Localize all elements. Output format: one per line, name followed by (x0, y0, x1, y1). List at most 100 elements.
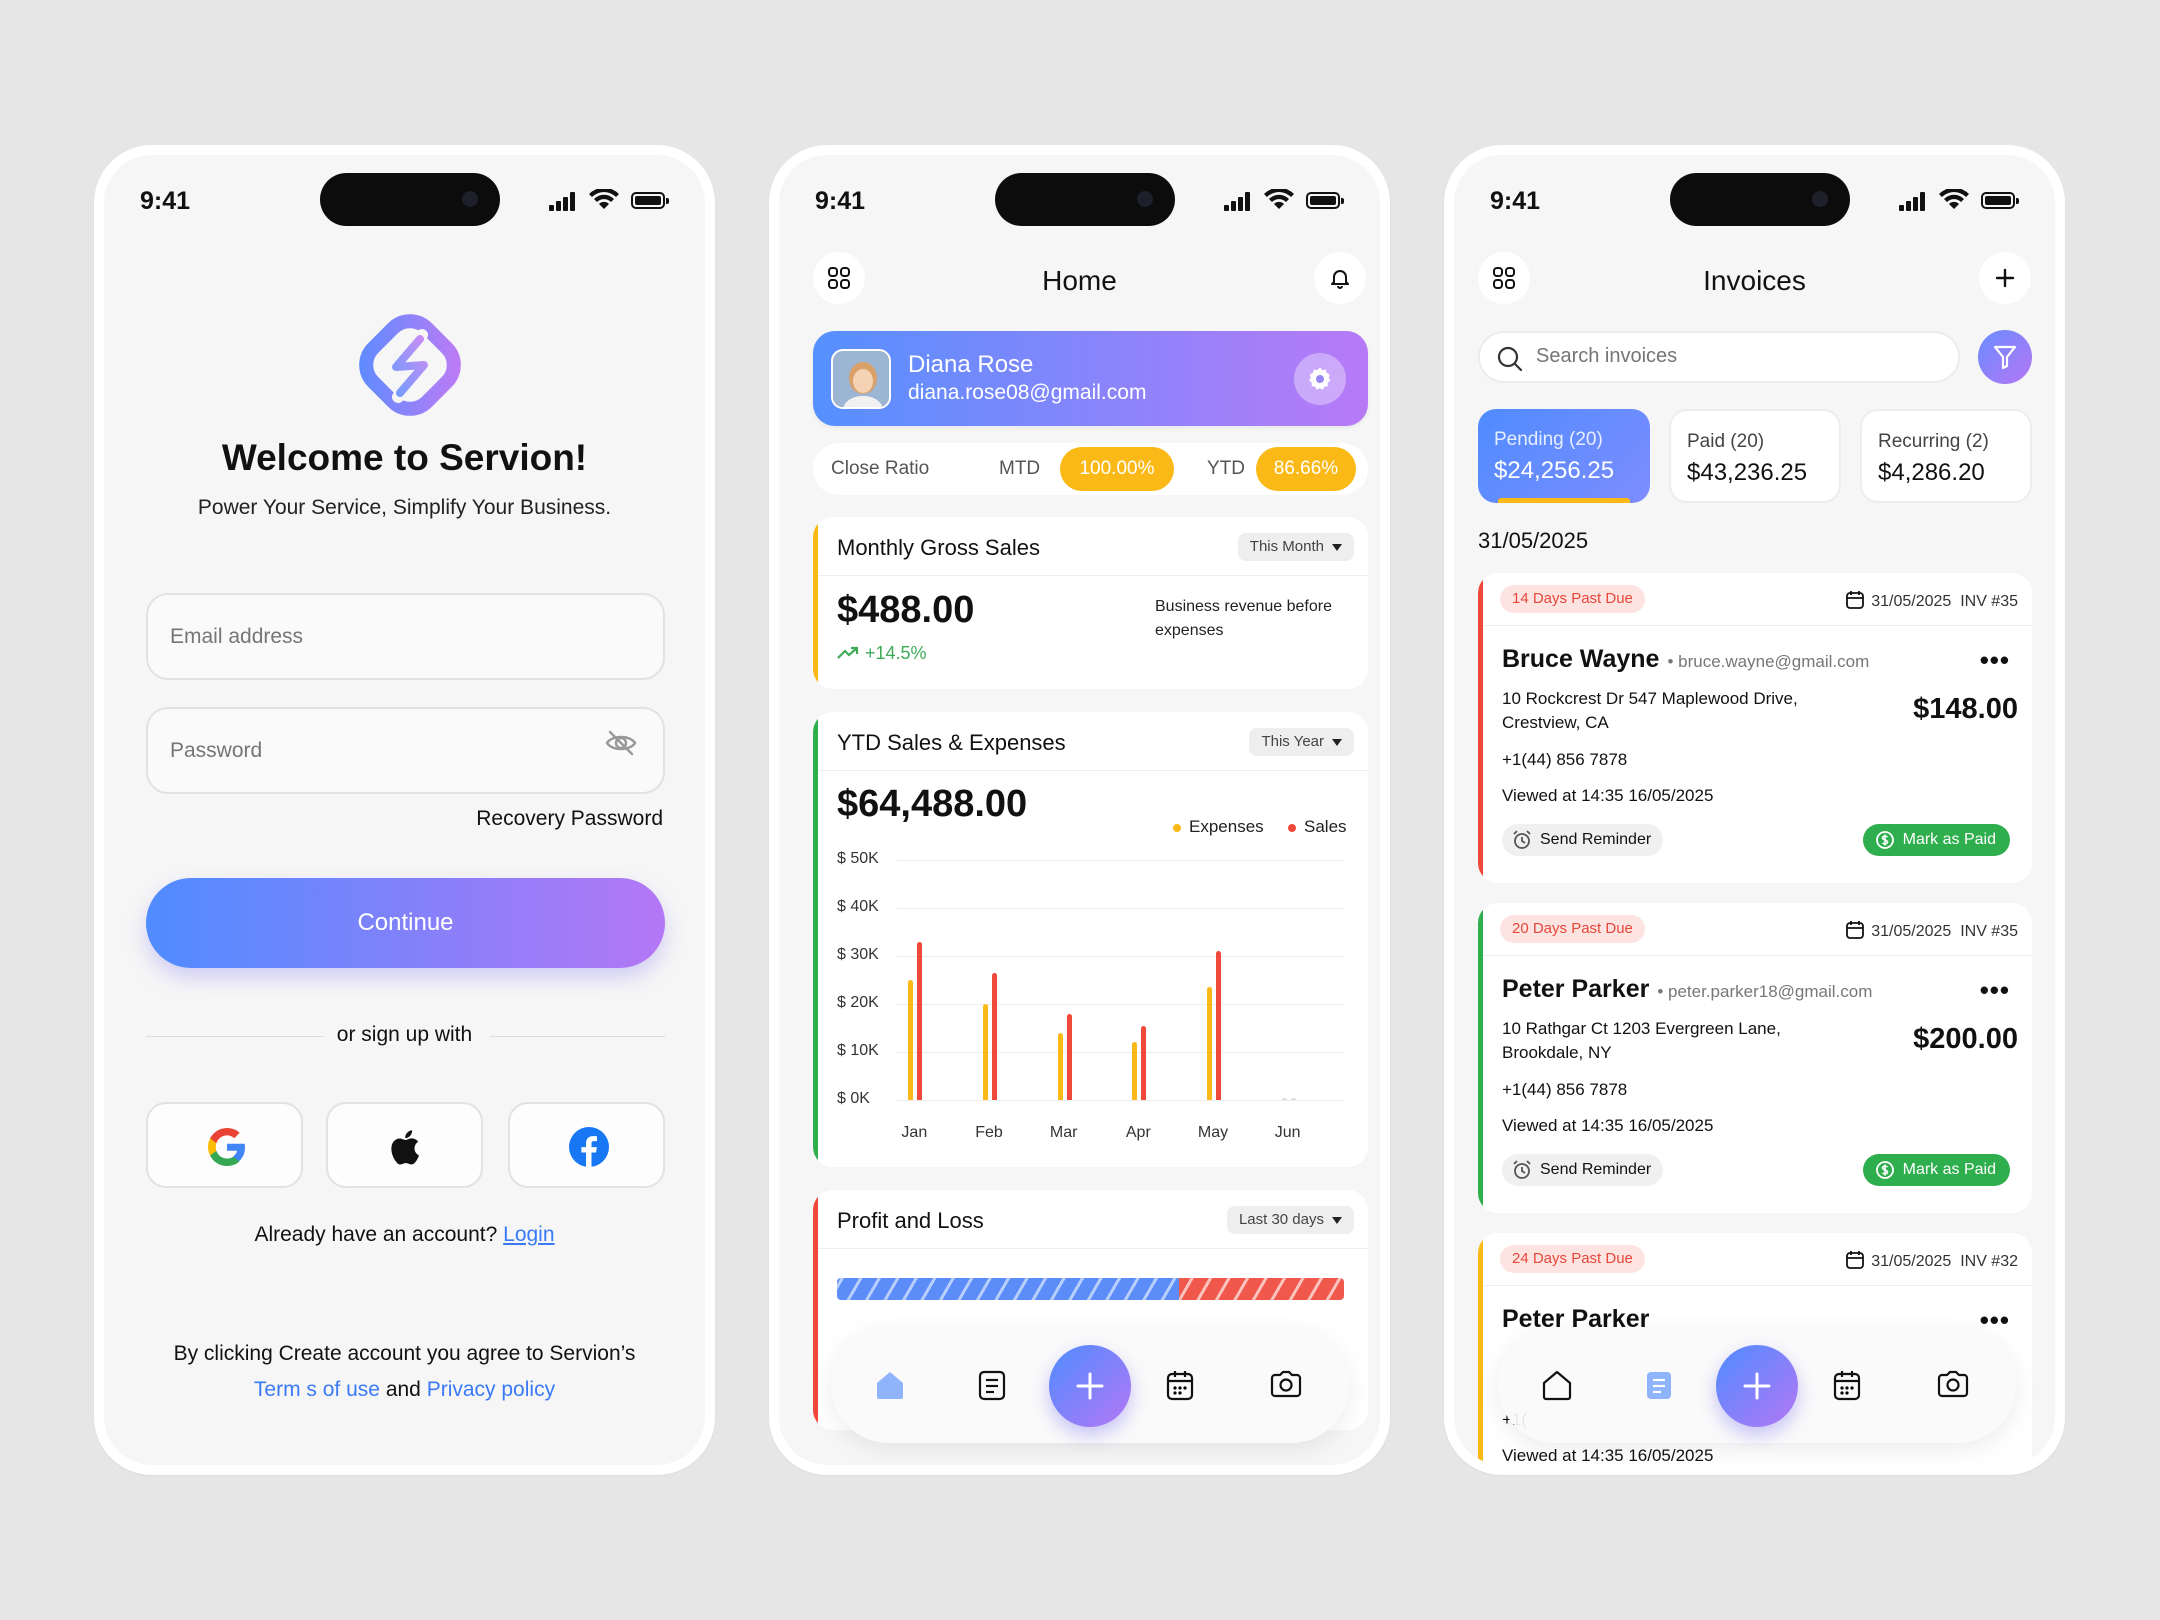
tab-amount: $4,286.20 (1878, 459, 1985, 486)
calendar-icon[interactable] (1832, 1369, 1862, 1401)
x-tick-label: Jun (1274, 1124, 1301, 1141)
and-label: and (385, 1378, 421, 1401)
camera-icon[interactable] (1936, 1369, 1970, 1399)
send-reminder-button[interactable]: Send Reminder (1502, 824, 1664, 856)
bar-expenses-jan (908, 980, 914, 1100)
bar-sales-feb (992, 972, 997, 1100)
status-time: 9:41 (815, 187, 866, 215)
tab-recurring[interactable]: Recurring (2) $4,286.20 (1860, 409, 2032, 503)
period-dropdown[interactable]: This Month (1237, 533, 1354, 561)
user-name: Diana Rose (908, 351, 1034, 378)
dollar-circle-icon (1875, 831, 1894, 849)
facebook-signin-button[interactable] (508, 1102, 665, 1188)
search-input[interactable] (1536, 345, 1916, 368)
monthly-gross-sales-card: Monthly Gross Sales This Month $488.00 +… (813, 517, 1368, 689)
recovery-password-link[interactable]: Recovery Password (476, 807, 663, 831)
wifi-icon (1264, 189, 1294, 209)
reminder-icon (1513, 1160, 1531, 1179)
status-icons (1224, 189, 1344, 213)
mark-as-paid-button[interactable]: Mark as Paid (1862, 824, 2010, 856)
grid-line (897, 860, 1345, 861)
dynamic-island (320, 173, 500, 226)
invoice-list-icon[interactable] (977, 1369, 1007, 1401)
grid-line (897, 1004, 1345, 1005)
close-ratio-bar: Close Ratio MTD 100.00% YTD 86.66% (813, 443, 1368, 495)
battery-icon (1981, 192, 2019, 209)
already-label: Already have an account? (254, 1223, 498, 1246)
ytd-value-badge: 86.66% (1256, 447, 1356, 491)
email-field[interactable] (146, 593, 665, 680)
google-signin-button[interactable] (146, 1102, 303, 1188)
settings-button[interactable] (1294, 353, 1346, 405)
privacy-policy-link[interactable]: Privacy policy (427, 1378, 555, 1401)
profile-card[interactable]: Diana Rose diana.rose08@gmail.com (813, 331, 1368, 426)
continue-button[interactable]: Continue (146, 878, 665, 968)
add-invoice-button[interactable] (1979, 252, 2031, 304)
notifications-button[interactable] (1314, 252, 1366, 304)
calendar-icon[interactable] (1165, 1369, 1195, 1401)
grid-line (897, 908, 1345, 909)
period-dropdown[interactable]: This Year (1249, 728, 1354, 756)
status-time: 9:41 (140, 187, 191, 215)
home-icon[interactable] (1540, 1369, 1574, 1401)
camera-icon[interactable] (1269, 1369, 1303, 1399)
invoice-list-icon[interactable] (1644, 1369, 1674, 1401)
growth-indicator: +14.5% (837, 643, 927, 664)
invoice-number: INV #35 (1960, 593, 2018, 610)
hide-password-icon[interactable] (604, 728, 638, 758)
add-button[interactable] (1049, 1345, 1131, 1427)
grid-line (897, 956, 1345, 957)
bar-sales-may (1216, 951, 1221, 1100)
more-options-icon[interactable]: ••• (1980, 1305, 2010, 1336)
password-field[interactable] (146, 707, 665, 794)
more-options-icon[interactable]: ••• (1980, 645, 2010, 676)
home-icon[interactable] (873, 1369, 907, 1401)
tab-label: Recurring (2) (1878, 431, 1989, 452)
period-dropdown[interactable]: Last 30 days (1226, 1206, 1354, 1234)
tab-amount: $43,236.25 (1687, 459, 1808, 486)
tab-paid[interactable]: Paid (20) $43,236.25 (1669, 409, 1841, 503)
bar-expenses-apr (1132, 1042, 1138, 1100)
tab-pending[interactable]: Pending (20) $24,256.25 (1478, 409, 1650, 503)
terms-prefix: By clicking Create account you agree to … (173, 1342, 636, 1365)
bar-sales-mar (1066, 1013, 1072, 1100)
plus-icon (1743, 1372, 1771, 1400)
profit-stripe (837, 1278, 1179, 1300)
status-bar: 9:41 (779, 155, 1380, 245)
tagline: Power Your Service, Simplify Your Busine… (197, 496, 612, 519)
card-title: Profit and Loss (837, 1208, 984, 1233)
due-badge: 14 Days Past Due (1500, 585, 1645, 613)
plus-icon (1076, 1372, 1104, 1400)
apple-signin-button[interactable] (326, 1102, 483, 1188)
more-options-icon[interactable]: ••• (1980, 975, 2010, 1006)
mark-as-paid-button[interactable]: Mark as Paid (1862, 1154, 2010, 1186)
calendar-icon (1846, 1251, 1865, 1269)
user-email: diana.rose08@gmail.com (908, 381, 1147, 404)
terms-of-use-link[interactable]: Term s of use (254, 1378, 380, 1401)
add-button[interactable] (1716, 1345, 1798, 1427)
invoice-amount: $200.00 (1913, 1023, 2018, 1055)
status-icons (549, 189, 669, 213)
already-account-row: Already have an account? Login (104, 1223, 705, 1247)
x-tick-label: Feb (975, 1124, 1003, 1141)
y-tick-label: $ 40K (837, 898, 879, 915)
search-bar (1478, 331, 1960, 383)
avatar-portrait-icon (833, 351, 889, 407)
filter-button[interactable] (1978, 330, 2032, 384)
y-tick-label: $ 10K (837, 1042, 879, 1059)
invoice-card[interactable]: 20 Days Past Due 31/05/2025 INV #35 Pete… (1478, 903, 2032, 1213)
growth-value: +14.5% (865, 643, 927, 663)
send-reminder-button[interactable]: Send Reminder (1502, 1154, 1664, 1186)
grid-line (897, 1100, 1345, 1101)
login-link[interactable]: Login (503, 1223, 554, 1246)
login-screen: 9:41 Welcome to Servion! Power Your Serv… (94, 145, 715, 1475)
calendar-icon (1846, 591, 1865, 609)
mtd-label: MTD (999, 458, 1041, 479)
dollar-circle-icon (1875, 1161, 1894, 1179)
filter-icon (1993, 345, 2017, 370)
wifi-icon (1939, 189, 1969, 209)
invoice-card[interactable]: 14 Days Past Due 31/05/2025 INV #35 Bruc… (1478, 573, 2032, 883)
invoice-date: 31/05/2025 INV #35 (1845, 590, 2018, 611)
welcome-title: Welcome to Servion! (221, 437, 588, 478)
viewed-at: Viewed at 14:35 16/05/2025 (1502, 1446, 1714, 1465)
